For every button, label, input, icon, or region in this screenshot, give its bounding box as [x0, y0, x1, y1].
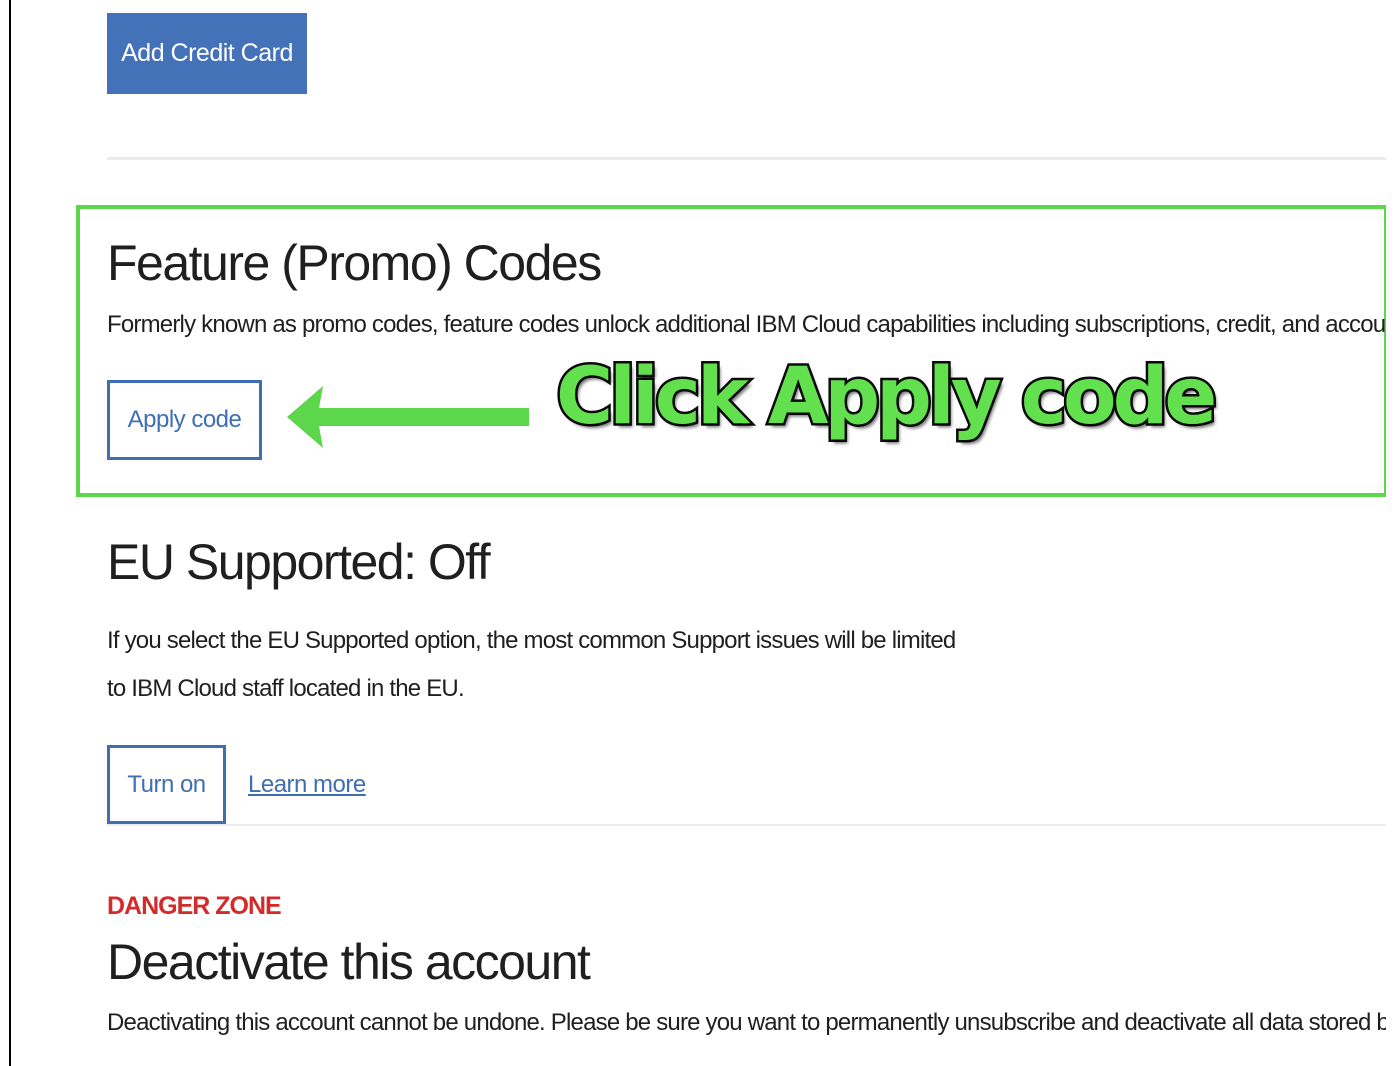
eu-supported-title: EU Supported: Off — [107, 534, 491, 590]
section-divider — [107, 157, 1387, 160]
eu-supported-description-line1: If you select the EU Supported option, t… — [107, 627, 956, 654]
annotation-callout-text: Click Apply code — [553, 350, 1219, 445]
deactivate-account-description: Deactivating this account cannot be undo… — [107, 1009, 1398, 1036]
deactivate-account-title: Deactivate this account — [107, 934, 591, 990]
feature-codes-description: Formerly known as promo codes, feature c… — [107, 311, 1398, 338]
section-divider — [107, 824, 1387, 826]
learn-more-link[interactable]: Learn more — [248, 771, 366, 799]
left-border-line — [9, 0, 11, 1066]
eu-supported-description-line2: to IBM Cloud staff located in the EU. — [107, 675, 465, 702]
apply-code-button[interactable]: Apply code — [107, 380, 262, 460]
turn-on-button[interactable]: Turn on — [107, 745, 226, 824]
right-crop-edge — [1386, 0, 1398, 1066]
add-credit-card-button[interactable]: Add Credit Card — [107, 13, 307, 94]
account-settings-page: Add Credit Card Feature (Promo) Codes Fo… — [0, 0, 1398, 1066]
feature-codes-title: Feature (Promo) Codes — [107, 235, 602, 291]
danger-zone-label: DANGER ZONE — [107, 892, 282, 920]
annotation-arrow-left-icon — [287, 386, 529, 448]
